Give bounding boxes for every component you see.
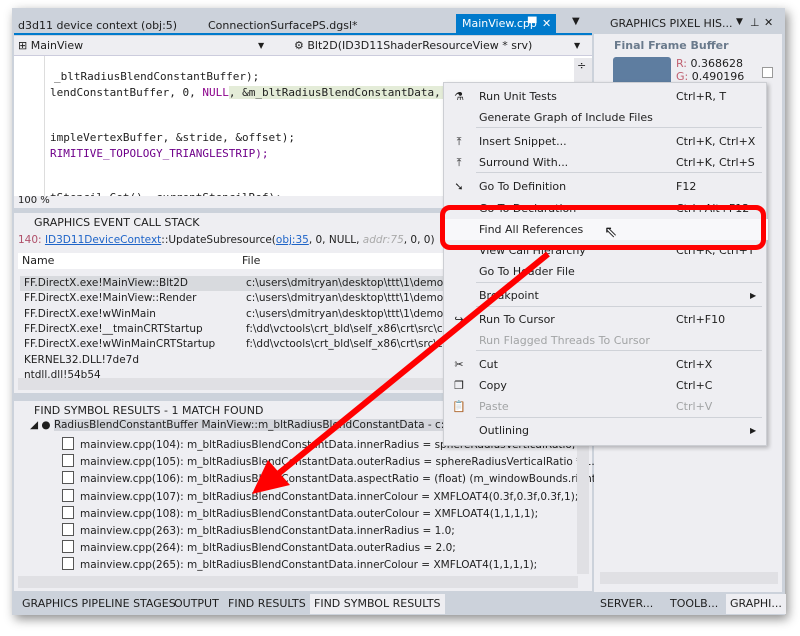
arrow-annotation: [252, 251, 550, 494]
arrow-shaft: [276, 251, 550, 477]
mouse-cursor-icon: ⇖: [604, 222, 618, 241]
